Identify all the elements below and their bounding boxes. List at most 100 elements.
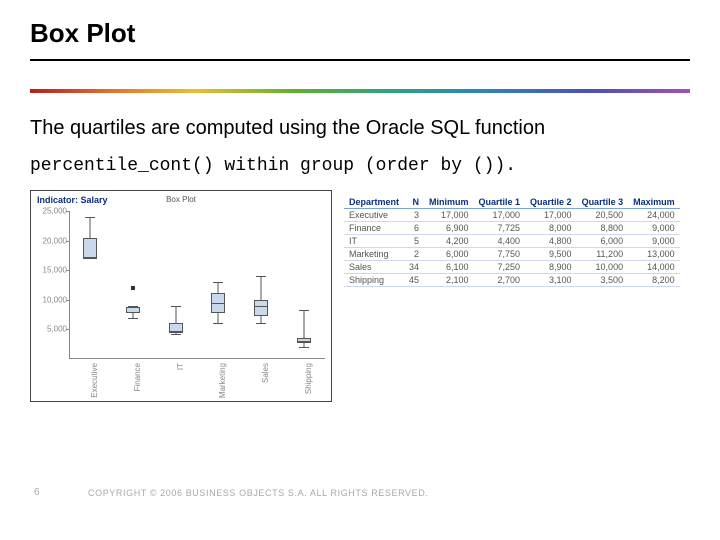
table-cell: 3,500 xyxy=(577,274,629,287)
outlier-point xyxy=(131,286,135,290)
table-body: Executive317,00017,00017,00020,50024,000… xyxy=(344,209,680,287)
table-cell: 7,250 xyxy=(474,261,526,274)
table-cell: Marketing xyxy=(344,248,404,261)
plot-area: 5,00010,00015,00020,00025,000ExecutiveFi… xyxy=(69,211,325,359)
whisker-cap xyxy=(171,306,181,307)
x-tick-label: Executive xyxy=(90,363,99,398)
boxplot-category: IT xyxy=(156,211,196,359)
footer-copyright: COPYRIGHT © 2006 BUSINESS OBJECTS S.A. A… xyxy=(88,488,428,498)
y-tick-mark xyxy=(66,329,69,330)
table-cell: 8,800 xyxy=(577,222,629,235)
code-text: percentile_cont() within group (order by… xyxy=(30,156,690,176)
whisker-cap xyxy=(171,334,181,335)
table-header: Quartile 1 xyxy=(474,196,526,209)
y-tick-label: 5,000 xyxy=(33,325,67,334)
table-cell: 8,900 xyxy=(525,261,577,274)
chart-title: Box Plot xyxy=(31,195,331,204)
table-cell: 45 xyxy=(404,274,424,287)
x-tick-label: Shipping xyxy=(304,363,313,394)
y-tick-mark xyxy=(66,241,69,242)
table-cell: 11,200 xyxy=(577,248,629,261)
table-cell: 7,725 xyxy=(474,222,526,235)
boxplot-category: Marketing xyxy=(198,211,238,359)
table-cell: Sales xyxy=(344,261,404,274)
box-median xyxy=(211,303,225,304)
table-cell: 34 xyxy=(404,261,424,274)
y-tick-mark xyxy=(66,270,69,271)
y-tick-mark xyxy=(66,300,69,301)
box-rect xyxy=(83,238,97,259)
whisker-cap xyxy=(85,217,95,218)
table-cell: 17,000 xyxy=(525,209,577,222)
table-cell: 6 xyxy=(404,222,424,235)
box-median xyxy=(126,312,140,313)
whisker-cap xyxy=(256,276,266,277)
whisker-cap xyxy=(213,323,223,324)
page-title: Box Plot xyxy=(30,18,690,61)
table-cell: 10,000 xyxy=(577,261,629,274)
table-cell: 8,200 xyxy=(628,274,680,287)
body-text: The quartiles are computed using the Ora… xyxy=(30,115,690,142)
table-cell: 2,100 xyxy=(424,274,474,287)
table-row: Finance66,9007,7258,0008,8009,000 xyxy=(344,222,680,235)
boxplot-category: Finance xyxy=(113,211,153,359)
table-cell: 4,400 xyxy=(474,235,526,248)
x-tick-label: Sales xyxy=(261,363,270,383)
table-cell: 7,750 xyxy=(474,248,526,261)
box-rect xyxy=(254,300,268,316)
table-header: Minimum xyxy=(424,196,474,209)
x-tick-label: Marketing xyxy=(218,363,227,398)
table-cell: 3,100 xyxy=(525,274,577,287)
page-number: 6 xyxy=(34,487,40,498)
whisker-cap xyxy=(213,282,223,283)
whisker-cap xyxy=(299,310,309,311)
table-cell: 2,700 xyxy=(474,274,526,287)
table-cell: 17,000 xyxy=(474,209,526,222)
table-cell: Shipping xyxy=(344,274,404,287)
box-median xyxy=(169,331,183,332)
table-cell: 24,000 xyxy=(628,209,680,222)
table-cell: 2 xyxy=(404,248,424,261)
table-cell: 9,000 xyxy=(628,222,680,235)
table-cell: Executive xyxy=(344,209,404,222)
table-cell: 8,000 xyxy=(525,222,577,235)
boxplot-category: Shipping xyxy=(284,211,324,359)
table-header: Department xyxy=(344,196,404,209)
boxplot-chart: Indicator: Salary Box Plot 5,00010,00015… xyxy=(30,190,332,402)
table-cell: 20,500 xyxy=(577,209,629,222)
whisker-cap xyxy=(299,347,309,348)
table-cell: 6,000 xyxy=(424,248,474,261)
box-median xyxy=(297,341,311,342)
table-row: Shipping452,1002,7003,1003,5008,200 xyxy=(344,274,680,287)
box-median xyxy=(254,306,268,307)
content-row: Indicator: Salary Box Plot 5,00010,00015… xyxy=(30,190,690,405)
table-cell: 4,200 xyxy=(424,235,474,248)
x-tick-label: Finance xyxy=(133,363,142,391)
table-cell: 14,000 xyxy=(628,261,680,274)
x-tick-label: IT xyxy=(176,363,185,370)
table-header: Maximum xyxy=(628,196,680,209)
whisker-cap xyxy=(128,318,138,319)
boxplot-category: Sales xyxy=(241,211,281,359)
table-row: IT54,2004,4004,8006,0009,000 xyxy=(344,235,680,248)
quartile-table: DepartmentNMinimumQuartile 1Quartile 2Qu… xyxy=(344,196,680,287)
table-cell: 9,000 xyxy=(628,235,680,248)
whisker-cap xyxy=(256,323,266,324)
table-cell: IT xyxy=(344,235,404,248)
table-header-row: DepartmentNMinimumQuartile 1Quartile 2Qu… xyxy=(344,196,680,209)
y-tick-label: 20,000 xyxy=(33,236,67,245)
table-header: Quartile 3 xyxy=(577,196,629,209)
table-cell: Finance xyxy=(344,222,404,235)
table-row: Sales346,1007,2508,90010,00014,000 xyxy=(344,261,680,274)
table-header: N xyxy=(404,196,424,209)
divider-rainbow xyxy=(30,89,690,93)
table-cell: 9,500 xyxy=(525,248,577,261)
boxplot-category: Executive xyxy=(70,211,110,359)
table-header: Quartile 2 xyxy=(525,196,577,209)
table-cell: 5 xyxy=(404,235,424,248)
table-cell: 4,800 xyxy=(525,235,577,248)
table-row: Marketing26,0007,7509,50011,20013,000 xyxy=(344,248,680,261)
table-row: Executive317,00017,00017,00020,50024,000 xyxy=(344,209,680,222)
y-tick-mark xyxy=(66,211,69,212)
table-cell: 13,000 xyxy=(628,248,680,261)
